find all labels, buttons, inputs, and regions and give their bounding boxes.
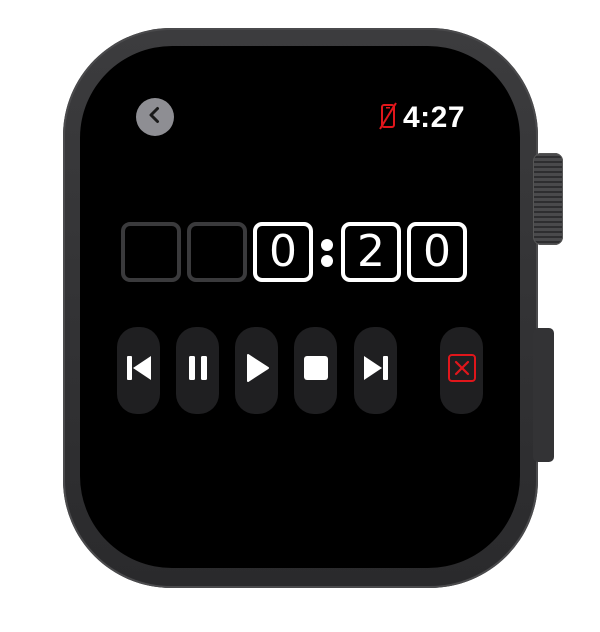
digital-crown[interactable]: [533, 153, 563, 245]
side-button[interactable]: [533, 328, 554, 462]
timer-display: 0 2 0: [121, 222, 467, 282]
time-separator-colon: [313, 222, 341, 282]
seconds-tens-digit[interactable]: 2: [341, 222, 401, 282]
stop-button[interactable]: [294, 327, 337, 414]
chevron-left-icon: [145, 105, 165, 130]
back-button[interactable]: [136, 98, 174, 136]
minutes-digit[interactable]: 0: [253, 222, 313, 282]
play-icon: [244, 354, 270, 387]
hours-ones-digit[interactable]: [187, 222, 247, 282]
seconds-ones-digit[interactable]: 0: [407, 222, 467, 282]
pause-icon: [186, 355, 210, 386]
playback-controls: [117, 327, 483, 414]
cancel-button[interactable]: [440, 327, 483, 414]
watch-screen: 4:27 0 2 0: [80, 46, 520, 568]
skip-back-button[interactable]: [117, 327, 160, 414]
hours-tens-digit[interactable]: [121, 222, 181, 282]
clock-time: 4:27: [402, 101, 465, 134]
skip-back-icon: [124, 355, 154, 386]
skip-forward-icon: [361, 355, 391, 386]
stop-icon: [303, 355, 329, 386]
no-phone-connection-icon: [379, 101, 397, 135]
play-button[interactable]: [235, 327, 278, 414]
skip-forward-button[interactable]: [354, 327, 397, 414]
status-bar: 4:27: [379, 100, 465, 136]
pause-button[interactable]: [176, 327, 219, 414]
cancel-x-icon: [447, 353, 477, 388]
